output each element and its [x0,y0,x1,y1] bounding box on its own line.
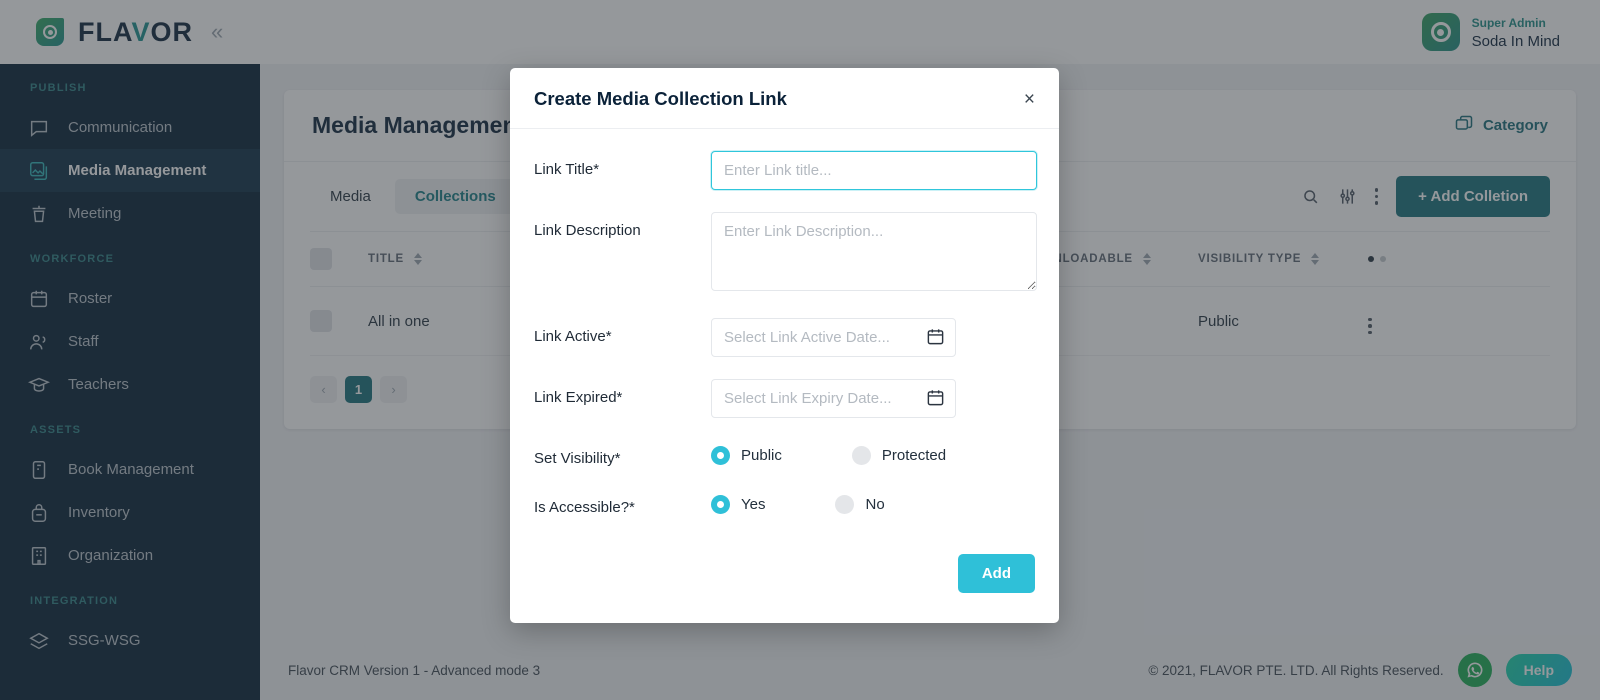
modal-header: Create Media Collection Link × [510,68,1059,129]
modal-body: Link Title* Link Description Link Active… [510,129,1059,548]
app-root: PUBLISH Communication Media Management [0,0,1600,700]
link-description-label: Link Description [534,222,641,239]
radio-label: Public [741,447,782,464]
radio-label: No [865,496,885,513]
set-visibility-label: Set Visibility* [534,450,621,467]
set-visibility-radio-group: Public Protected [711,440,1035,465]
radio-label: Protected [881,447,947,464]
radio-accessible-no[interactable]: No [835,495,885,514]
link-expired-label: Link Expired* [534,389,623,406]
link-expiry-date-input[interactable] [711,379,956,418]
link-title-input[interactable] [711,151,1037,190]
modal-footer: Add [510,548,1059,623]
field-row-link-active: Link Active* [534,318,1035,357]
field-row-is-accessible: Is Accessible?* Yes No [534,489,1035,516]
radio-visibility-public[interactable]: Public [711,446,782,465]
field-row-link-expired: Link Expired* [534,379,1035,418]
radio-dot [851,446,871,465]
modal-title: Create Media Collection Link [534,88,787,109]
add-button[interactable]: Add [957,554,1035,593]
radio-dot-selected [711,495,730,514]
calendar-icon[interactable] [926,388,945,412]
link-description-textarea[interactable] [711,212,1037,291]
link-active-label: Link Active* [534,328,612,345]
create-media-collection-link-modal: Create Media Collection Link × Link Titl… [510,68,1059,623]
radio-label: Yes [741,496,766,513]
field-row-link-description: Link Description [534,212,1037,296]
field-row-set-visibility: Set Visibility* Public Protected [534,440,1035,467]
calendar-icon[interactable] [926,327,945,351]
field-row-link-title: Link Title* [534,151,1037,190]
is-accessible-radio-group: Yes No [711,489,1035,514]
link-active-date-input[interactable] [711,318,956,357]
radio-dot [835,495,855,514]
link-title-label: Link Title* [534,161,600,178]
radio-accessible-yes[interactable]: Yes [711,495,765,514]
radio-dot-selected [711,446,730,465]
close-icon[interactable]: × [1024,90,1035,109]
is-accessible-label: Is Accessible?* [534,499,635,516]
radio-visibility-protected[interactable]: Protected [851,446,947,465]
